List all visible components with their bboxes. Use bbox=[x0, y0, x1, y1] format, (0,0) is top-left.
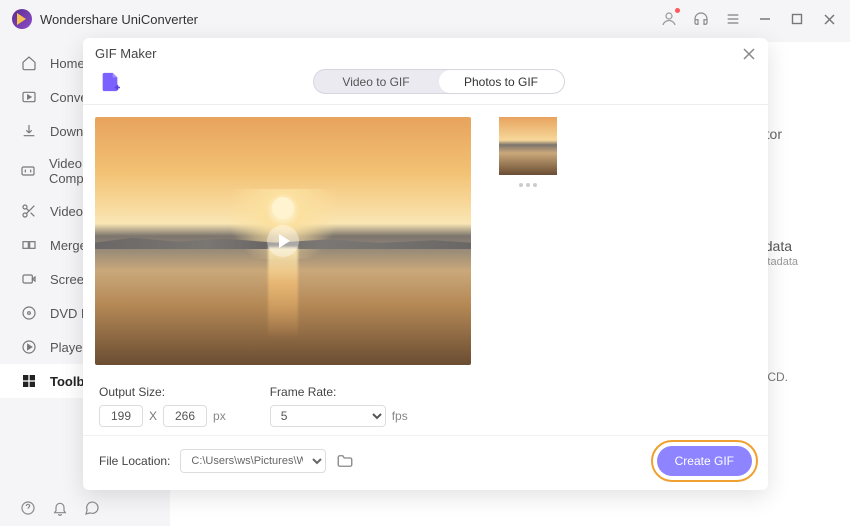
minimize-button[interactable] bbox=[756, 10, 774, 28]
merge-icon bbox=[20, 236, 38, 254]
size-separator: X bbox=[149, 409, 157, 423]
converter-icon bbox=[20, 88, 38, 106]
output-size-label: Output Size: bbox=[99, 385, 226, 399]
record-icon bbox=[20, 270, 38, 288]
framerate-label: Frame Rate: bbox=[270, 385, 408, 399]
home-icon bbox=[20, 54, 38, 72]
tab-photos-to-gif[interactable]: Photos to GIF bbox=[439, 70, 564, 93]
play-button[interactable] bbox=[267, 225, 299, 257]
output-height-input[interactable] bbox=[163, 405, 207, 427]
bg-text-fragment: CD. bbox=[767, 370, 788, 384]
app-title: Wondershare UniConverter bbox=[40, 12, 660, 27]
download-icon bbox=[20, 122, 38, 140]
output-width-input[interactable] bbox=[99, 405, 143, 427]
account-icon[interactable] bbox=[660, 10, 678, 28]
toolbox-icon bbox=[20, 372, 38, 390]
maximize-button[interactable] bbox=[788, 10, 806, 28]
menu-icon[interactable] bbox=[724, 10, 742, 28]
thumbnail-item[interactable] bbox=[499, 117, 557, 175]
gif-maker-modal: GIF Maker Video to GIF Photos to GIF bbox=[83, 38, 768, 490]
px-unit: px bbox=[213, 409, 226, 423]
add-file-icon[interactable] bbox=[99, 71, 121, 93]
file-location-label: File Location: bbox=[99, 454, 170, 468]
support-icon[interactable] bbox=[692, 10, 710, 28]
file-location-select[interactable]: C:\Users\ws\Pictures\Wonders bbox=[180, 449, 326, 473]
fps-unit: fps bbox=[392, 409, 408, 423]
scissors-icon bbox=[20, 202, 38, 220]
close-icon[interactable] bbox=[742, 47, 756, 61]
feedback-icon[interactable] bbox=[84, 500, 100, 516]
sidebar-item-label: Player bbox=[50, 340, 87, 355]
framerate-select[interactable]: 5 bbox=[270, 405, 386, 427]
close-button[interactable] bbox=[820, 10, 838, 28]
titlebar: Wondershare UniConverter bbox=[0, 0, 850, 38]
modal-title: GIF Maker bbox=[95, 46, 156, 61]
disc-icon bbox=[20, 304, 38, 322]
app-logo-icon bbox=[12, 9, 32, 29]
bell-icon[interactable] bbox=[52, 500, 68, 516]
mode-segmented-control: Video to GIF Photos to GIF bbox=[313, 69, 565, 94]
play-icon bbox=[20, 338, 38, 356]
bg-text-fragment: tor bbox=[766, 126, 782, 142]
sidebar-item-label: Home bbox=[50, 56, 85, 71]
create-gif-button[interactable]: Create GIF bbox=[657, 446, 752, 476]
compress-icon bbox=[20, 162, 37, 180]
open-folder-icon[interactable] bbox=[336, 452, 354, 470]
preview-image bbox=[95, 117, 471, 365]
tab-video-to-gif[interactable]: Video to GIF bbox=[314, 70, 439, 93]
bg-text-fragment: data bbox=[765, 238, 792, 254]
help-icon[interactable] bbox=[20, 500, 36, 516]
